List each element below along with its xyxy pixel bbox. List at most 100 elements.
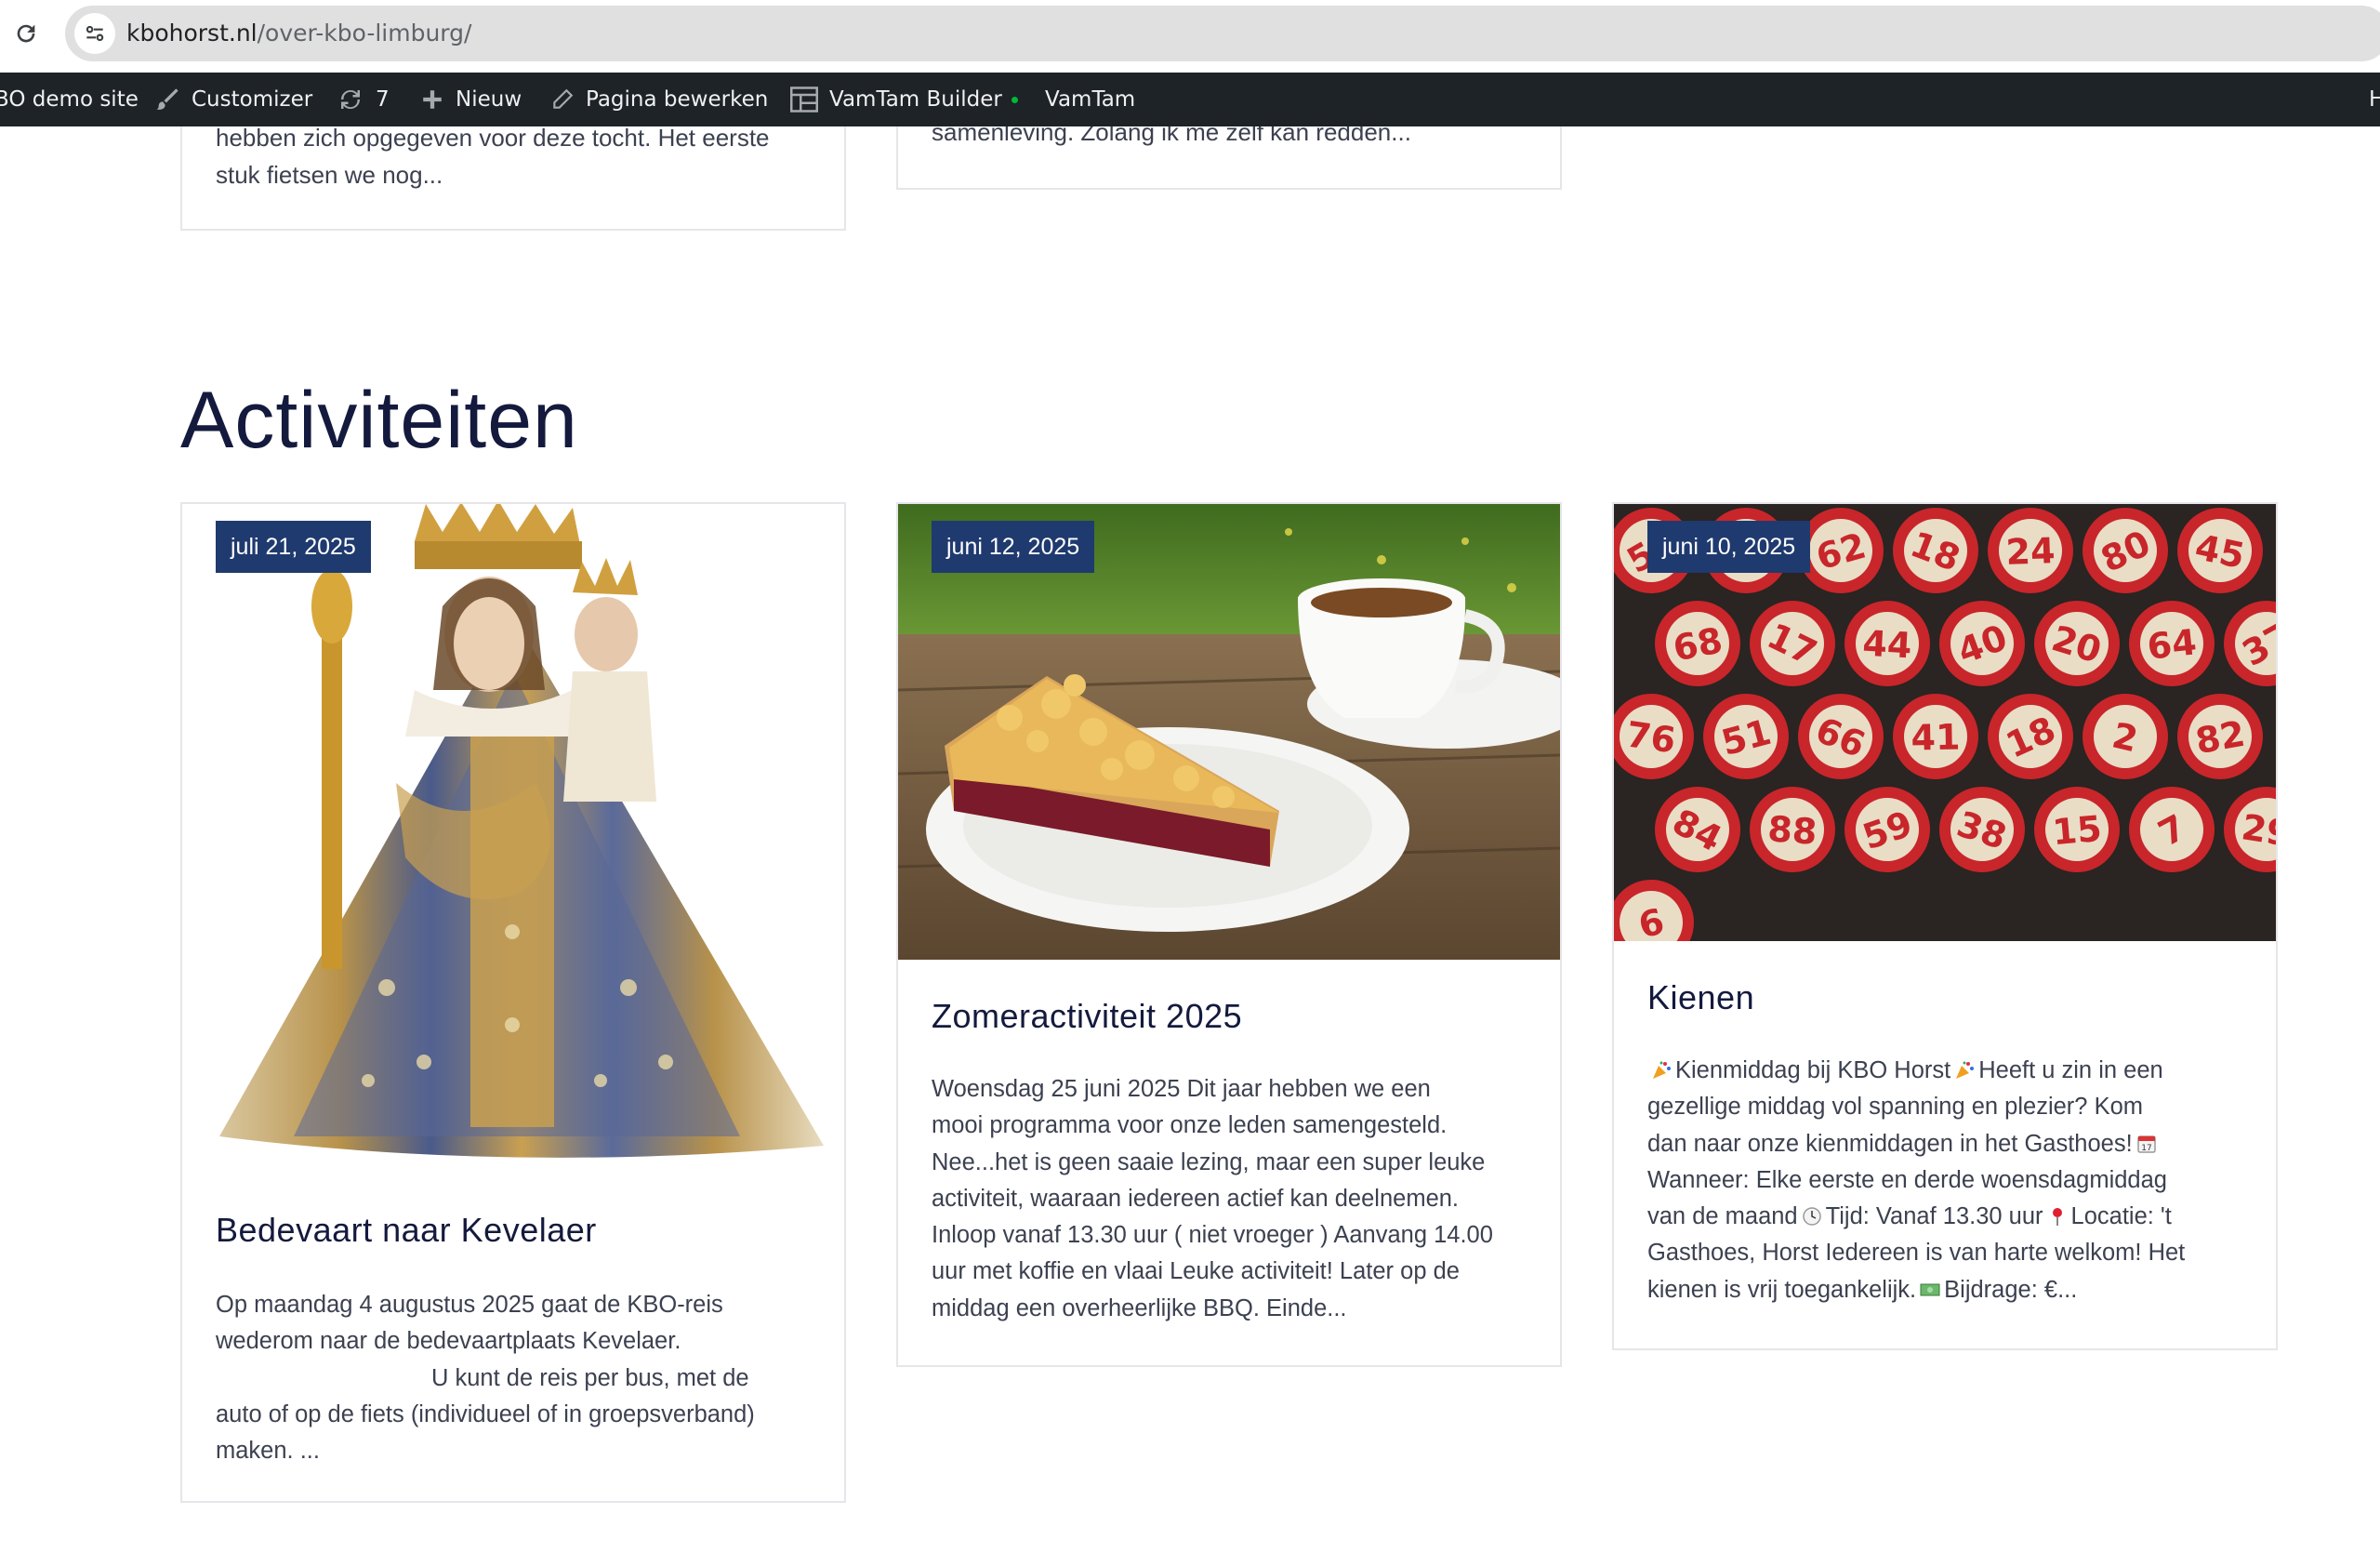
admin-edit-page[interactable]: Pagina bewerken: [550, 73, 768, 126]
excerpt-text: Tijd: Vanaf 13.30 uur: [1825, 1203, 2043, 1230]
page-content: hebben zich opgegeven voor deze tocht. H…: [0, 126, 2380, 1553]
address-bar[interactable]: kbohorst.nl/over-kbo-limburg/: [65, 6, 2380, 61]
status-dot: [1011, 96, 1018, 103]
admin-account[interactable]: H: [2369, 73, 2380, 126]
admin-site-name-label: BO demo site: [0, 87, 139, 112]
post-title[interactable]: Zomeractiviteit 2025: [932, 995, 1242, 1038]
excerpt-line: auto of op de fiets (individueel of in g…: [216, 1400, 755, 1427]
bingo-chip: 18: [1988, 694, 2073, 779]
excerpt-text: Bijdrage: €...: [1944, 1276, 2078, 1303]
excerpt-line: dan naar onze kienmiddagen in het Gastho…: [1647, 1126, 2185, 1162]
post-excerpt: Woensdag 25 juni 2025 Dit jaar hebben we…: [932, 1071, 1493, 1327]
excerpt-line: hebben zich opgegeven voor deze tocht. H…: [216, 126, 770, 152]
excerpt-line: maken. ...: [216, 1438, 320, 1465]
bingo-chip: 7: [2129, 787, 2215, 872]
brush-icon: [154, 86, 180, 113]
post-card[interactable]: 5601621824804568174440206437765166411828…: [1612, 502, 2278, 1350]
bingo-chip: 51: [1703, 694, 1789, 779]
bingo-chip: 2: [2082, 694, 2168, 779]
excerpt-line: Op maandag 4 augustus 2025 gaat de KBO-r…: [216, 1292, 723, 1318]
admin-customizer[interactable]: Customizer: [154, 73, 312, 126]
bingo-chip: 45: [2177, 508, 2263, 593]
bingo-chip: 62: [1798, 508, 1884, 593]
excerpt-line: gezellige middag vol spanning en plezier…: [1647, 1094, 2143, 1121]
excerpt-line: Wanneer: Elke eerste en derde woensdagmi…: [1647, 1166, 2167, 1193]
excerpt-line: uur met koffie en vlaai Leuke activiteit…: [932, 1258, 1460, 1285]
bingo-chip: 6: [1614, 880, 1694, 941]
previous-post-excerpt: samenleving. Zolang ik me zelf kan redde…: [932, 126, 1411, 151]
excerpt-line: wederom naar de bedevaartplaats Kevelaer…: [216, 1328, 681, 1355]
post-title[interactable]: Bedevaart naar Kevelaer: [216, 1209, 597, 1252]
post-card[interactable]: juni 12, 2025 Zomeractiviteit 2025 Woens…: [896, 502, 1562, 1367]
admin-new-label: Nieuw: [456, 87, 522, 112]
previous-post-card[interactable]: samenleving. Zolang ik me zelf kan redde…: [896, 126, 1562, 190]
svg-text:17: 17: [2141, 1144, 2151, 1153]
bingo-number: 82: [2192, 713, 2248, 763]
excerpt-text: Locatie: 't: [2070, 1203, 2172, 1230]
excerpt-line: Gasthoes, Horst Iedereen is van harte we…: [1647, 1240, 2186, 1267]
post-date-badge[interactable]: juni 12, 2025: [932, 521, 1095, 573]
admin-vamtam-builder[interactable]: VamTam Builder: [790, 73, 1018, 126]
excerpt-line: stuk fietsen we nog...: [216, 161, 443, 189]
url-text[interactable]: kbohorst.nl/over-kbo-limburg/: [126, 19, 471, 48]
bingo-chip: 59: [1844, 787, 1930, 872]
post-date-badge[interactable]: juni 10, 2025: [1647, 521, 1811, 573]
browser-toolbar: kbohorst.nl/over-kbo-limburg/: [0, 0, 2380, 73]
bingo-chip: 29: [2224, 787, 2276, 872]
wp-admin-bar: BO demo site Customizer 7 Nieuw Pagina b…: [0, 73, 2380, 126]
admin-vamtam-builder-label: VamTam Builder: [829, 87, 1002, 112]
admin-vamtam[interactable]: VamTam: [1045, 73, 1135, 126]
previous-post-excerpt: hebben zich opgegeven voor deze tocht. H…: [216, 126, 770, 193]
admin-customizer-label: Customizer: [192, 87, 313, 112]
post-date-badge[interactable]: juli 21, 2025: [216, 521, 371, 573]
post-title[interactable]: Kienen: [1647, 976, 1754, 1019]
bingo-chip: 80: [2082, 508, 2168, 593]
excerpt-line: middag een overheerlijke BBQ. Einde...: [932, 1294, 1347, 1321]
calendar-icon: 17: [2136, 1129, 2157, 1153]
reload-icon[interactable]: [6, 13, 46, 54]
previous-post-card[interactable]: hebben zich opgegeven voor deze tocht. H…: [180, 126, 846, 231]
excerpt-line: Kienmiddag bij KBO Horst Heeft u zin in e…: [1647, 1053, 2185, 1089]
admin-site-name[interactable]: BO demo site: [0, 73, 139, 126]
excerpt-line: samenleving. Zolang ik me zelf kan redde…: [932, 126, 1411, 146]
excerpt-line: Inloop vanaf 13.30 uur ( niet vroeger ) …: [932, 1222, 1493, 1249]
bingo-chip: 17: [1750, 601, 1835, 686]
bingo-chip: 18: [1893, 508, 1978, 593]
excerpt-text: Kienmiddag bij KBO Horst: [1675, 1057, 1951, 1083]
excerpt-line: Woensdag 25 juni 2025 Dit jaar hebben we…: [932, 1076, 1431, 1102]
bingo-chip: 20: [2034, 601, 2120, 686]
post-image-madonna[interactable]: [182, 504, 844, 1170]
builder-icon: [790, 86, 818, 113]
bingo-number: 15: [2051, 808, 2104, 853]
pin-icon: [2047, 1201, 2068, 1227]
admin-new[interactable]: Nieuw: [420, 73, 522, 126]
url-path: /over-kbo-limburg/: [257, 20, 472, 46]
excerpt-line: Nee...het is geen saaie lezing, maar een…: [932, 1148, 1486, 1175]
excerpt-text: dan naar onze kienmiddagen in het Gastho…: [1647, 1130, 2133, 1157]
bingo-chip: 84: [1655, 787, 1740, 872]
post-card[interactable]: juli 21, 2025 Bedevaart naar Kevelaer Op…: [180, 502, 846, 1503]
excerpt-line: mooi programma voor onze leden samengest…: [932, 1112, 1448, 1139]
admin-updates[interactable]: 7: [337, 73, 390, 126]
url-host: kbohorst.nl: [126, 20, 258, 46]
admin-edit-page-label: Pagina bewerken: [586, 87, 769, 112]
bingo-number: 76: [1624, 714, 1678, 762]
excerpt-text: kienen is vrij toegankelijk.: [1647, 1276, 1917, 1303]
admin-updates-count: 7: [376, 87, 390, 112]
bingo-chip: 24: [1988, 508, 2073, 593]
bingo-chip: 44: [1844, 601, 1930, 686]
bingo-chip: 66: [1798, 694, 1884, 779]
bingo-chip: 15: [2034, 787, 2120, 872]
bingo-chip: 68: [1655, 601, 1740, 686]
admin-vamtam-label: VamTam: [1045, 87, 1136, 112]
bingo-number: 88: [1766, 808, 1818, 853]
excerpt-line: activiteit, waaraan iedereen actief kan …: [932, 1185, 1460, 1212]
site-info-icon[interactable]: [74, 13, 115, 54]
bingo-number: 41: [1911, 717, 1961, 759]
bingo-chip: 82: [2177, 694, 2263, 779]
post-excerpt: Kienmiddag bij KBO Horst Heeft u zin in e…: [1647, 1053, 2185, 1308]
bingo-chip: 41: [1893, 694, 1978, 779]
party-popper-icon: [1651, 1055, 1672, 1079]
admin-account-label: H: [2369, 87, 2380, 112]
bingo-chip: 64: [2129, 601, 2215, 686]
